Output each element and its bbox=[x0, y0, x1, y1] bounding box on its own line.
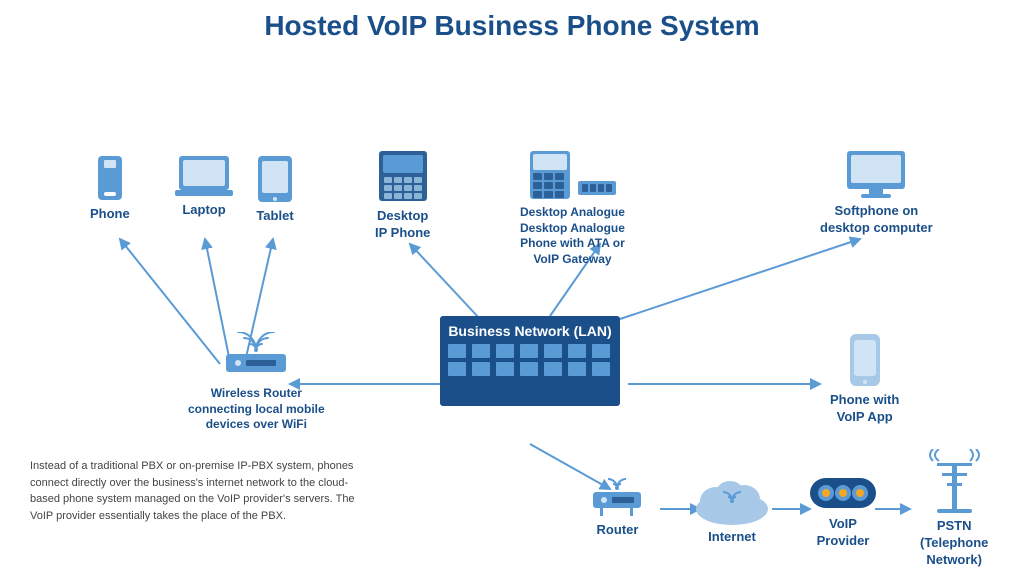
wireless-router-icon bbox=[220, 332, 292, 382]
building-windows bbox=[448, 344, 612, 376]
softphone-label: Softphone ondesktop computer bbox=[820, 203, 933, 237]
voip-phone-device: Phone withVoIP App bbox=[830, 332, 899, 426]
softphone-device: Softphone ondesktop computer bbox=[820, 149, 933, 237]
business-network-label: Business Network (LAN) bbox=[448, 322, 611, 340]
pstn-icon bbox=[927, 449, 982, 514]
voip-provider-label: VoIPProvider bbox=[817, 516, 870, 550]
internet-icon bbox=[692, 469, 772, 525]
desktop-ip-phone-icon bbox=[377, 149, 429, 204]
analogue-phone-device: Desktop AnalogueDesktop Analogue Phone w… bbox=[520, 149, 625, 267]
internet-label: Internet bbox=[708, 529, 756, 546]
diagram: Phone Laptop Tablet bbox=[20, 54, 1004, 544]
tablet-icon bbox=[256, 154, 294, 204]
softphone-icon bbox=[845, 149, 907, 199]
internet-device: Internet bbox=[692, 469, 772, 546]
pstn-device: PSTN(TelephoneNetwork) bbox=[920, 449, 988, 569]
business-network-device: Business Network (LAN) bbox=[440, 316, 620, 406]
laptop-label: Laptop bbox=[182, 202, 225, 219]
laptop-device: Laptop bbox=[175, 154, 233, 219]
voip-provider-icon bbox=[808, 474, 878, 512]
router-bottom-label: Router bbox=[597, 522, 639, 539]
phone-icon bbox=[96, 154, 124, 202]
desktop-ip-phone-label: DesktopIP Phone bbox=[375, 208, 430, 242]
voip-phone-icon bbox=[848, 332, 882, 388]
ata-icon bbox=[578, 181, 616, 197]
info-text: Instead of a traditional PBX or on-premi… bbox=[30, 458, 370, 524]
router-bottom-device: Router bbox=[590, 474, 645, 539]
laptop-icon bbox=[175, 154, 233, 198]
building-icon: Business Network (LAN) bbox=[440, 316, 620, 406]
voip-provider-device: VoIPProvider bbox=[808, 474, 878, 550]
wireless-router-label: Wireless Routerconnecting local mobilede… bbox=[188, 386, 325, 433]
tablet-device: Tablet bbox=[256, 154, 294, 225]
phone-label: Phone bbox=[90, 206, 130, 223]
voip-phone-label: Phone withVoIP App bbox=[830, 392, 899, 426]
page: Hosted VoIP Business Phone System bbox=[0, 0, 1024, 576]
analogue-phone-icon bbox=[528, 149, 572, 201]
page-title: Hosted VoIP Business Phone System bbox=[20, 10, 1004, 42]
wireless-router-device: Wireless Routerconnecting local mobilede… bbox=[188, 332, 325, 433]
phone-device: Phone bbox=[90, 154, 130, 223]
router-bottom-icon bbox=[590, 474, 645, 518]
pstn-label: PSTN(TelephoneNetwork) bbox=[920, 518, 988, 569]
tablet-label: Tablet bbox=[256, 208, 293, 225]
analogue-phone-label: Desktop AnalogueDesktop Analogue Phone w… bbox=[520, 205, 625, 267]
desktop-ip-phone-device: DesktopIP Phone bbox=[375, 149, 430, 242]
